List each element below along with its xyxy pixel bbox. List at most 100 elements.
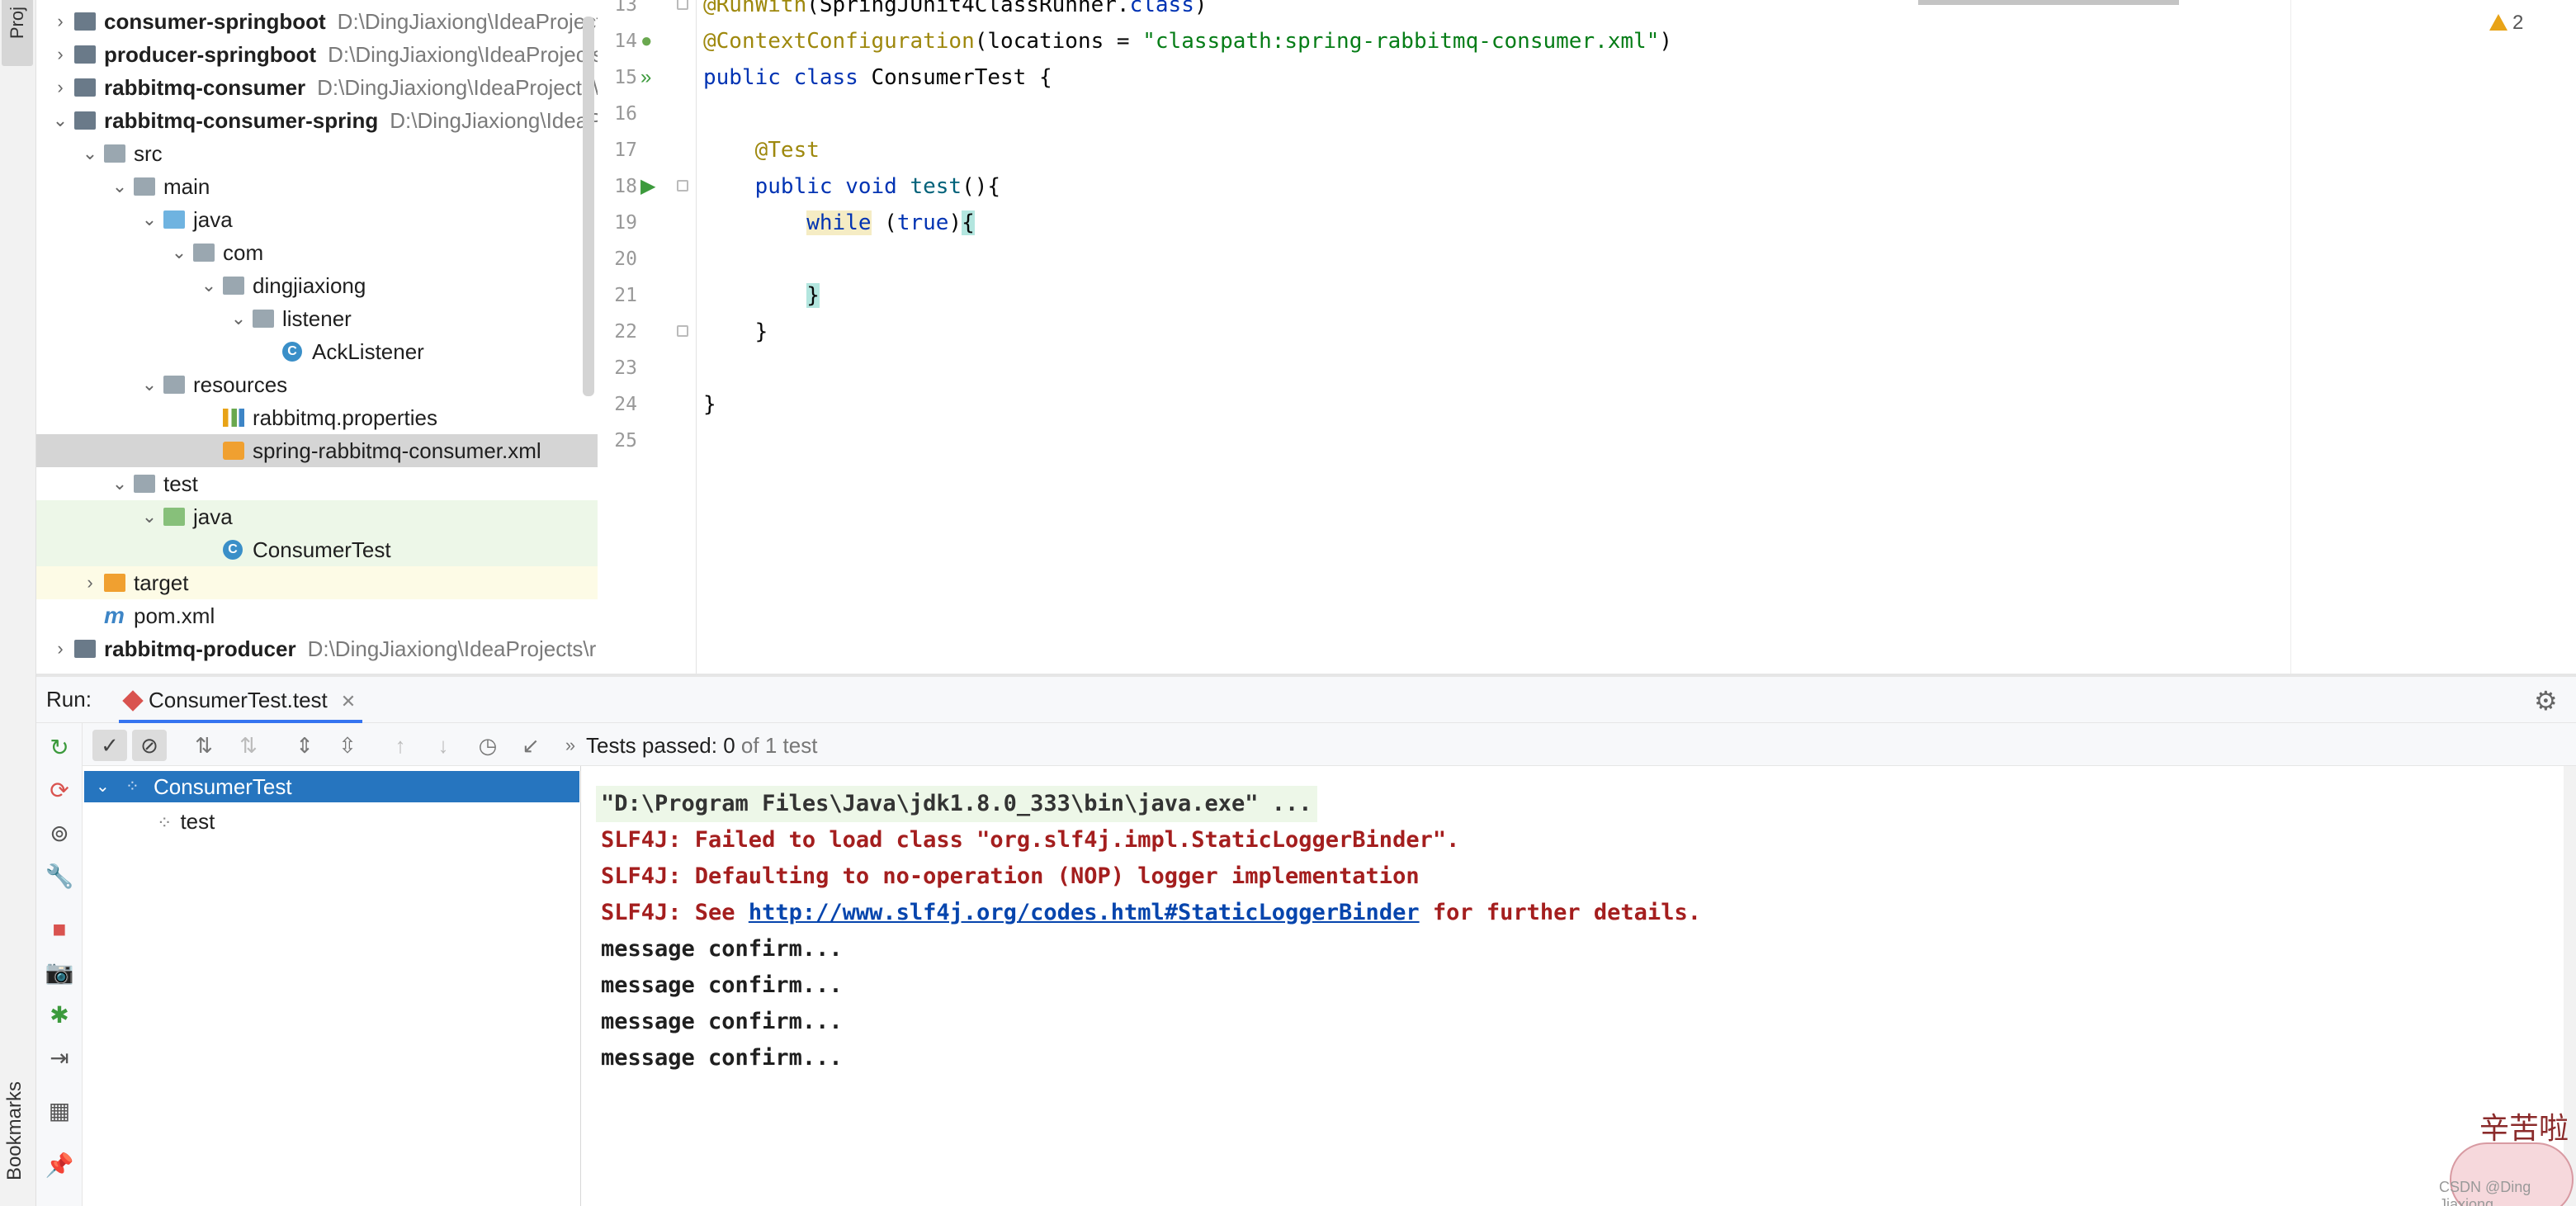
console-output-line: message confirm...: [601, 1009, 843, 1034]
console-error-line: SLF4J: Defaulting to no-operation (NOP) …: [601, 863, 1420, 889]
status-prefix: Tests passed:: [586, 733, 717, 758]
camera-icon[interactable]: 📷: [36, 956, 83, 989]
code-line[interactable]: public class ConsumerTest {: [703, 59, 1052, 96]
fold-icon[interactable]: [677, 180, 688, 192]
chevron-down-icon[interactable]: ⌄: [96, 771, 110, 802]
debug-icon[interactable]: ✱: [36, 999, 83, 1032]
code-editor[interactable]: @RunWith(SpringJUnit4ClassRunner.class) @…: [698, 0, 2576, 674]
show-passed-icon[interactable]: ✓: [92, 730, 127, 761]
editor-scroll-thumb[interactable]: [1918, 0, 2179, 5]
code-line[interactable]: }: [703, 277, 820, 314]
chevron-down-icon[interactable]: ⌄: [140, 368, 158, 401]
console-output[interactable]: "D:\Program Files\Java\jdk1.8.0_333\bin\…: [583, 766, 2564, 1206]
rerun-failed-icon[interactable]: ⟳: [36, 774, 83, 807]
line-number: 14: [614, 31, 637, 52]
tree-item[interactable]: C ConsumerTest: [36, 533, 598, 566]
run-config-icon: [122, 690, 144, 712]
chevron-right-icon[interactable]: ›: [51, 71, 69, 104]
tree-item[interactable]: ⌄ rabbitmq-consumer-spring D:\DingJiaxiong…: [36, 104, 598, 137]
tree-item[interactable]: ⌄ com: [36, 236, 598, 269]
tree-item[interactable]: ⌄ java: [36, 203, 598, 236]
tree-item[interactable]: › rabbitmq-consumer D:\DingJiaxiong\IdeaPr…: [36, 71, 598, 104]
history-icon[interactable]: ◷: [470, 730, 505, 761]
tree-item[interactable]: ⌄ src: [36, 137, 598, 170]
class-icon: C: [223, 540, 243, 560]
pin-icon[interactable]: 📌: [36, 1149, 83, 1182]
chevron-down-icon[interactable]: ⌄: [81, 137, 99, 170]
tree-scrollbar[interactable]: [583, 17, 594, 396]
code-line[interactable]: }: [703, 386, 716, 423]
tree-item[interactable]: › consumer-springboot D:\DingJiaxiong\Idea…: [36, 5, 598, 38]
prev-failed-icon[interactable]: ↑: [383, 730, 418, 761]
code-line[interactable]: @RunWith(SpringJUnit4ClassRunner.class): [703, 0, 1208, 23]
tree-item[interactable]: ⌄ listener: [36, 302, 598, 335]
code-line[interactable]: public void test(){: [703, 168, 1000, 205]
xml-file-icon: [223, 442, 244, 460]
tree-item-label: AckListener: [312, 339, 424, 364]
warning-icon: [2489, 14, 2507, 31]
tree-item-label: target: [134, 570, 189, 595]
bookmarks-tool-tab[interactable]: Bookmarks: [3, 1081, 26, 1180]
tree-item[interactable]: › target: [36, 566, 598, 599]
line-number: 16: [614, 103, 637, 125]
code-line[interactable]: @ContextConfiguration(locations = "class…: [703, 23, 1672, 59]
tree-item[interactable]: › producer-springboot D:\DingJiaxiong\Idea…: [36, 38, 598, 71]
run-class-icon[interactable]: »: [640, 59, 651, 96]
tree-item[interactable]: ⌄ dingjiaxiong: [36, 269, 598, 302]
chevron-down-icon[interactable]: ⌄: [229, 302, 248, 335]
tree-item[interactable]: ⌄ java: [36, 500, 598, 533]
spring-bean-icon[interactable]: ●: [640, 23, 653, 59]
import-icon[interactable]: ↙: [513, 730, 548, 761]
tree-item[interactable]: › rabbitmq-producer D:\DingJiaxiong\IdeaPr…: [36, 632, 598, 665]
tree-item-label: java: [193, 207, 233, 232]
run-tab[interactable]: ConsumerTest.test ✕: [119, 680, 363, 723]
next-failed-icon[interactable]: ↓: [426, 730, 461, 761]
test-root-label: ConsumerTest: [154, 774, 292, 799]
fold-icon[interactable]: [677, 325, 688, 337]
chevron-down-icon[interactable]: ⌄: [170, 236, 188, 269]
run-test-icon[interactable]: ▶: [640, 168, 655, 205]
sort-alpha-icon[interactable]: ⇅: [187, 730, 221, 761]
wrench-icon[interactable]: 🔧: [36, 860, 83, 893]
tree-item[interactable]: ⌄ test: [36, 467, 598, 500]
show-ignored-icon[interactable]: ⊘: [132, 730, 167, 761]
close-icon[interactable]: ✕: [341, 691, 356, 712]
chevron-right-icon[interactable]: ›: [51, 5, 69, 38]
chevron-down-icon[interactable]: ⌄: [51, 104, 69, 137]
code-line[interactable]: }: [703, 314, 768, 350]
tree-item[interactable]: rabbitmq.properties: [36, 401, 598, 434]
layout-icon[interactable]: ▦: [36, 1095, 83, 1128]
exit-icon[interactable]: ⇥: [36, 1042, 83, 1075]
tree-item[interactable]: ⌄ resources: [36, 368, 598, 401]
rerun-icon[interactable]: ↻: [36, 731, 83, 764]
gear-icon[interactable]: ⚙: [2534, 685, 2558, 717]
tree-item[interactable]: m pom.xml: [36, 599, 598, 632]
project-tool-tab[interactable]: Proj: [2, 0, 33, 66]
chevron-right-icon[interactable]: ›: [51, 632, 69, 665]
more-icon[interactable]: »: [553, 730, 588, 761]
console-link[interactable]: http://www.slf4j.org/codes.html#StaticLo…: [749, 900, 1420, 925]
chevron-down-icon[interactable]: ⌄: [140, 203, 158, 236]
test-tree-root[interactable]: ⌄ ⁘ ConsumerTest: [84, 771, 579, 802]
chevron-right-icon[interactable]: ›: [81, 566, 99, 599]
chevron-down-icon[interactable]: ⌄: [111, 467, 129, 500]
test-tree-child[interactable]: ⁘ test: [157, 806, 215, 839]
sort-duration-icon[interactable]: ⇅: [231, 730, 266, 761]
code-line[interactable]: while (true){: [703, 205, 975, 241]
chevron-right-icon[interactable]: ›: [51, 38, 69, 71]
tree-item[interactable]: C AckListener: [36, 335, 598, 368]
tree-item-label: spring-rabbitmq-consumer.xml: [253, 438, 541, 463]
fold-icon[interactable]: [677, 0, 688, 10]
warnings-indicator[interactable]: 2: [2489, 12, 2523, 35]
chevron-down-icon[interactable]: ⌄: [111, 170, 129, 203]
stop-icon[interactable]: ■: [36, 913, 83, 946]
chevron-down-icon[interactable]: ⌄: [140, 500, 158, 533]
collapse-all-icon[interactable]: ⇳: [330, 730, 365, 761]
code-line[interactable]: @Test: [703, 132, 820, 168]
chevron-down-icon[interactable]: ⌄: [200, 269, 218, 302]
tree-item-label: rabbitmq-consumer-spring D:\DingJiaxiong\…: [104, 104, 598, 137]
tree-item[interactable]: ⌄ main: [36, 170, 598, 203]
expand-all-icon[interactable]: ⇕: [287, 730, 322, 761]
tree-item[interactable]: spring-rabbitmq-consumer.xml: [36, 434, 598, 467]
toggle-autotest-icon[interactable]: ⊚: [36, 817, 83, 850]
